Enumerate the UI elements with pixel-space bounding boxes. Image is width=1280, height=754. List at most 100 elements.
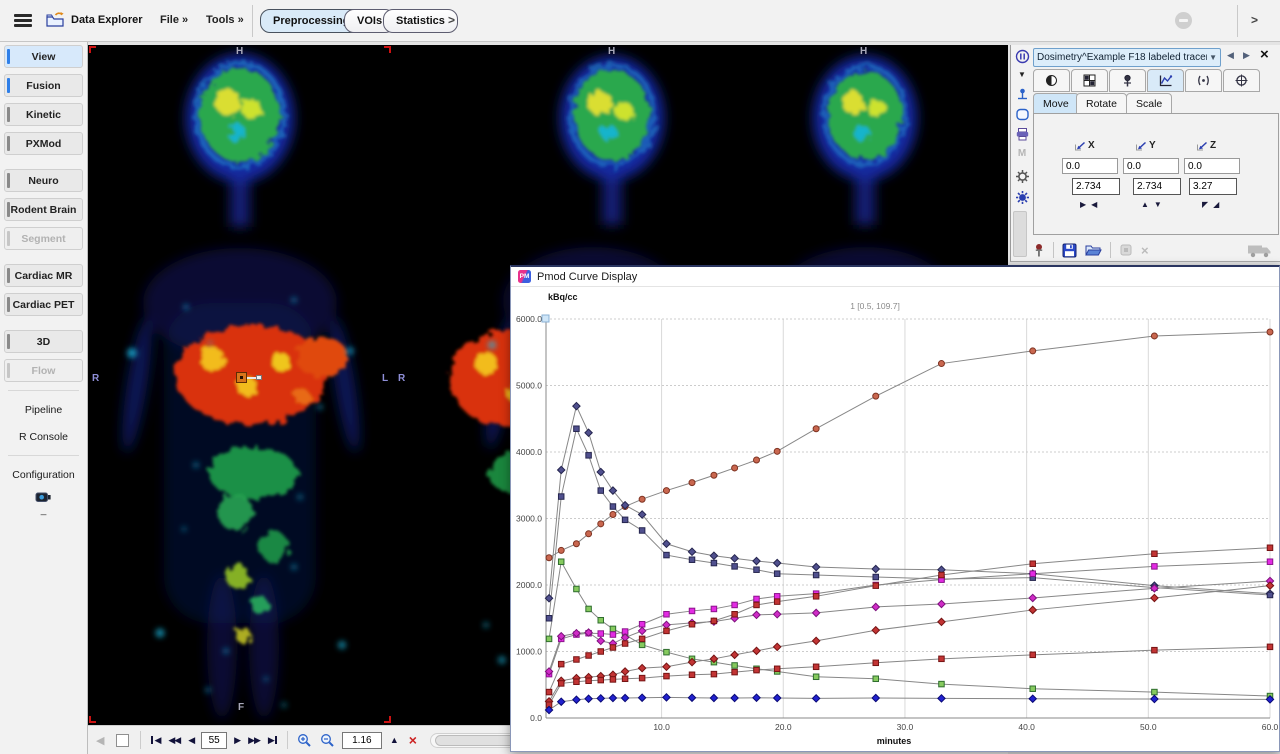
file-menu[interactable]: File »: [160, 14, 188, 26]
y-nudge-buttons[interactable]: ▲▼: [1141, 200, 1167, 209]
x-offset-input[interactable]: [1062, 158, 1118, 174]
sidebar-item-fusion[interactable]: Fusion: [4, 74, 83, 97]
z-nudge-buttons[interactable]: ◤◢: [1202, 200, 1224, 209]
settings-gear-icon[interactable]: [1014, 169, 1030, 185]
tab-layout[interactable]: [1071, 69, 1108, 92]
menu-icon[interactable]: [14, 14, 32, 28]
export-truck-icon-disabled: [1247, 243, 1273, 258]
z-offset-input[interactable]: [1184, 158, 1240, 174]
curve-display-window: PM Pmod Curve Display 10.020.030.040.050…: [510, 265, 1280, 752]
data-explorer-label: Data Explorer: [71, 14, 143, 26]
m-mode-icon-disabled: M: [1014, 148, 1030, 164]
svg-text:30.0: 30.0: [897, 722, 914, 732]
statistics-button[interactable]: Statistics: [383, 9, 458, 33]
tab-scale[interactable]: Scale: [1126, 93, 1172, 114]
divider: [140, 731, 141, 749]
zoom-step-up-button[interactable]: ▲: [390, 735, 399, 745]
orientation-label-h2: H: [608, 46, 615, 57]
voi-cursor-marker[interactable]: [236, 372, 262, 383]
toolbar-overflow-chevron[interactable]: >: [448, 13, 455, 27]
next-study-button[interactable]: ▶: [1243, 50, 1250, 61]
toolbar-overflow-chevron-right[interactable]: >: [1251, 13, 1258, 27]
frame-number-input[interactable]: [201, 732, 227, 749]
sidebar-item-3d[interactable]: 3D: [4, 330, 83, 353]
svg-text:60.0: 60.0: [1262, 722, 1279, 732]
x-step-input[interactable]: [1072, 178, 1120, 195]
roi-shape-icon[interactable]: [1014, 107, 1030, 123]
sidebar-item-cardiac-pet[interactable]: Cardiac PET: [4, 293, 83, 316]
camera-icon: [35, 491, 52, 504]
reset-zoom-button[interactable]: ×: [409, 732, 417, 748]
axis-x-label: X: [1074, 140, 1095, 151]
study-selector-dropdown[interactable]: Dosimetry^Example F18 labeled tracer D ▼: [1033, 48, 1221, 67]
close-icon[interactable]: ×: [1260, 46, 1269, 63]
save-icon[interactable]: [1062, 243, 1077, 258]
sidebar-item-pipeline[interactable]: Pipeline: [4, 399, 83, 420]
overlay-toggle-button[interactable]: [116, 734, 129, 747]
previous-study-button[interactable]: ◀: [1227, 50, 1234, 61]
tab-crosshair[interactable]: [1223, 69, 1260, 92]
pause-icon[interactable]: [1014, 49, 1030, 65]
pmod-logo: PM: [518, 270, 531, 283]
first-frame-button[interactable]: ◀: [150, 735, 160, 746]
last-frame-button[interactable]: ▶: [268, 735, 278, 746]
crosshair-icon: [1235, 74, 1248, 87]
axis-y-label: Y: [1135, 140, 1156, 151]
svg-text:20.0: 20.0: [775, 722, 792, 732]
previous-frame-button[interactable]: ◀: [188, 735, 194, 746]
acquisition-settings-button[interactable]: _: [0, 491, 87, 513]
next-frame-button[interactable]: ▶: [234, 735, 240, 746]
svg-text:1000.0: 1000.0: [516, 647, 542, 657]
voi-square-icon: [236, 372, 247, 383]
x-nudge-buttons[interactable]: ▶◀: [1080, 200, 1102, 209]
orientation-label-r1: R: [92, 373, 99, 384]
z-step-input[interactable]: [1189, 178, 1237, 195]
signal-waves-icon: [1196, 74, 1211, 87]
fast-rewind-button[interactable]: ◀◀: [168, 735, 180, 746]
collapse-caret-icon[interactable]: ▼: [1014, 70, 1030, 86]
sidebar-item-r-console[interactable]: R Console: [4, 426, 83, 447]
sidebar-item-rodent-brain[interactable]: Rodent Brain: [4, 198, 83, 221]
tab-curves-active[interactable]: [1147, 69, 1184, 92]
print-icon[interactable]: [1014, 127, 1030, 143]
study-selector-value: Dosimetry^Example F18 labeled tracer D: [1037, 52, 1207, 63]
advanced-gear-icon[interactable]: [1014, 190, 1030, 206]
open-folder-icon[interactable]: [1085, 243, 1102, 257]
divider: [1053, 242, 1054, 258]
sidebar-item-neuro[interactable]: Neuro: [4, 169, 83, 192]
voi-drag-handle[interactable]: [256, 375, 262, 381]
curve-window-titlebar[interactable]: PM Pmod Curve Display: [511, 267, 1279, 287]
fast-forward-button[interactable]: ▶▶: [248, 735, 260, 746]
tab-dynamic[interactable]: [1185, 69, 1222, 92]
tools-menu[interactable]: Tools »: [206, 14, 244, 26]
zoom-out-icon[interactable]: [320, 733, 335, 748]
tab-rotate[interactable]: Rotate: [1076, 93, 1127, 114]
pushpin-icon[interactable]: [1033, 243, 1045, 258]
sidebar-item-pxmod[interactable]: PXMod: [4, 132, 83, 155]
orientation-label-r2: R: [398, 373, 405, 384]
active-viewport-corner: [384, 716, 391, 723]
tab-move[interactable]: Move: [1033, 93, 1079, 114]
tac-curve-chart[interactable]: 10.020.030.040.050.060.00.01000.02000.03…: [511, 287, 1279, 751]
sidebar-items: ViewFusionKineticPXModNeuroRodent BrainS…: [0, 45, 87, 485]
sidebar-item-cardiac-mr[interactable]: Cardiac MR: [4, 264, 83, 287]
data-explorer-button[interactable]: Data Explorer: [46, 11, 143, 28]
strip-scrollbar[interactable]: [1013, 211, 1027, 257]
tab-contrast[interactable]: [1033, 69, 1070, 92]
sidebar-item-configuration[interactable]: Configuration: [4, 464, 83, 485]
zoom-in-icon[interactable]: [297, 733, 312, 748]
y-offset-input[interactable]: [1123, 158, 1179, 174]
orientation-label-h3: H: [860, 46, 867, 57]
sidebar-separator: [8, 455, 79, 456]
back-arrow-icon-disabled: ◀: [96, 734, 104, 747]
svg-text:50.0: 50.0: [1140, 722, 1157, 732]
sidebar-item-view[interactable]: View: [4, 45, 83, 68]
tab-marker[interactable]: [1109, 69, 1146, 92]
underscore-mark: _: [0, 509, 87, 513]
tree-view-icon[interactable]: [1014, 87, 1030, 103]
sidebar: ViewFusionKineticPXModNeuroRodent BrainS…: [0, 42, 88, 754]
panel-icon-strip: ▼ M: [1011, 45, 1032, 261]
sidebar-item-kinetic[interactable]: Kinetic: [4, 103, 83, 126]
y-step-input[interactable]: [1133, 178, 1181, 195]
zoom-factor-input[interactable]: [342, 732, 382, 749]
